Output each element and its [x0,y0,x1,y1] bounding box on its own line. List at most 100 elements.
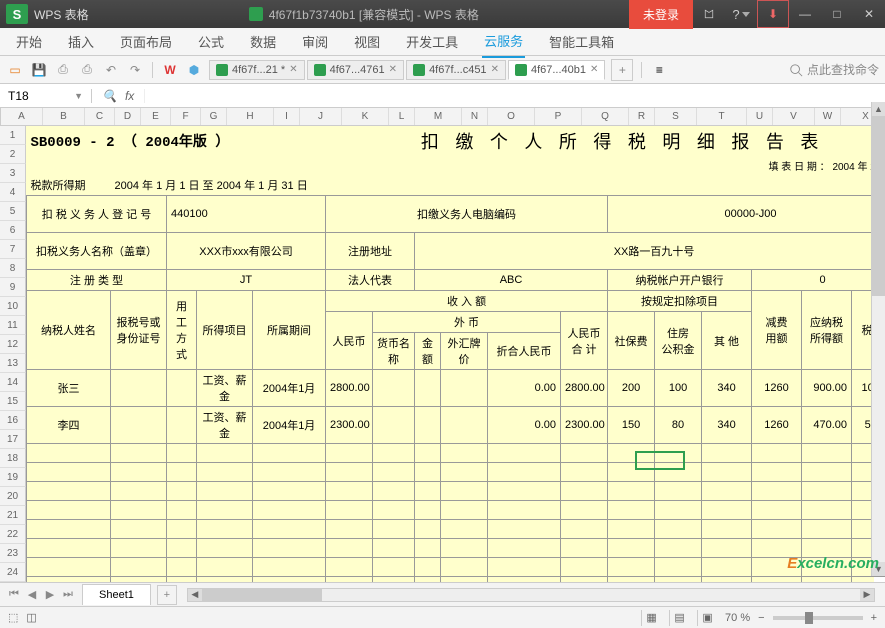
menu-tab-4[interactable]: 数据 [248,26,278,57]
zoom-value[interactable]: 70 % [725,612,750,624]
scroll-up-icon[interactable]: ▲ [872,102,885,116]
vertical-scrollbar[interactable]: ▲ ▼ [871,102,885,576]
row-header-8[interactable]: 8 [0,259,26,278]
skin-button[interactable] [693,0,725,28]
ime-icon[interactable]: ⬚ [8,611,18,624]
row-header-17[interactable]: 17 [0,430,26,449]
blank-row[interactable] [27,501,885,520]
col-header-O[interactable]: O [488,108,535,125]
menu-tab-6[interactable]: 视图 [352,26,382,57]
col-header-B[interactable]: B [43,108,85,125]
close-button[interactable]: ✕ [853,0,885,28]
col-header-I[interactable]: I [274,108,300,125]
col-header-W[interactable]: W [815,108,841,125]
doc-tab-1[interactable]: 4f67...4761✕ [307,60,404,80]
row-header-1[interactable]: 1 [0,126,26,145]
last-sheet-icon[interactable]: ⏭ [60,587,76,603]
col-header-F[interactable]: F [171,108,201,125]
data-row-0[interactable]: 张三工资、薪金2004年1月2800.000.002800.0020010034… [27,370,885,407]
command-search[interactable]: 点此查找命令 [789,61,879,78]
next-sheet-icon[interactable]: ▶ [42,587,58,603]
add-tab-button[interactable]: + [611,59,633,81]
col-header-D[interactable]: D [115,108,141,125]
blank-row[interactable] [27,577,885,583]
maximize-button[interactable]: □ [821,0,853,28]
close-tab-icon[interactable]: ✕ [590,64,598,75]
print-preview-icon[interactable]: ⎙ [78,61,96,79]
row-header-21[interactable]: 21 [0,506,26,525]
cells-area[interactable]: SB0009 - 2 （ 2004年版 ） 扣 缴 个 人 所 得 税 明 细 … [26,126,885,582]
doc-tab-3[interactable]: 4f67...40b1✕ [508,60,605,80]
print-icon[interactable]: ⎙ [54,61,72,79]
doc-tab-2[interactable]: 4f67f...c451✕ [406,60,506,80]
row-header-14[interactable]: 14 [0,373,26,392]
redo-icon[interactable]: ↷ [126,61,144,79]
blank-row[interactable] [27,482,885,501]
minimize-button[interactable]: — [789,0,821,28]
menu-tab-7[interactable]: 开发工具 [404,26,460,57]
col-header-V[interactable]: V [773,108,815,125]
undo-icon[interactable]: ↶ [102,61,120,79]
menu-tab-1[interactable]: 插入 [66,26,96,57]
row-header-11[interactable]: 11 [0,316,26,335]
menu-icon[interactable]: ≡ [650,61,668,79]
hscroll-thumb[interactable] [202,589,322,601]
row-header-23[interactable]: 23 [0,544,26,563]
doc-tab-0[interactable]: 4f67f...21 *✕ [209,60,305,80]
row-header-24[interactable]: 24 [0,563,26,582]
col-header-Q[interactable]: Q [582,108,629,125]
row-header-3[interactable]: 3 [0,164,26,183]
add-sheet-button[interactable]: + [157,585,177,605]
spreadsheet[interactable]: ABCDEFGHIJKLMNOPQRSTUVWXYZ 1234567891011… [0,108,885,582]
row-header-5[interactable]: 5 [0,202,26,221]
col-header-S[interactable]: S [655,108,697,125]
col-header-A[interactable]: A [1,108,43,125]
new-icon[interactable]: ▭ [6,61,24,79]
w-icon[interactable]: W [161,61,179,79]
blank-row[interactable] [27,520,885,539]
col-header-J[interactable]: J [300,108,342,125]
col-header-K[interactable]: K [342,108,389,125]
download-button[interactable]: ⬇ [757,0,789,28]
blank-row[interactable] [27,463,885,482]
zoom-in-button[interactable]: + [871,612,877,624]
split-icon[interactable]: ◫ [26,611,36,624]
zoom-slider[interactable] [773,616,863,620]
row-header-12[interactable]: 12 [0,335,26,354]
col-header-R[interactable]: R [629,108,655,125]
row-header-15[interactable]: 15 [0,392,26,411]
col-header-H[interactable]: H [227,108,274,125]
first-sheet-icon[interactable]: ⏮ [6,587,22,603]
horizontal-scrollbar[interactable]: ◀ ▶ [187,588,875,602]
col-header-T[interactable]: T [697,108,747,125]
row-header-22[interactable]: 22 [0,525,26,544]
menu-tab-3[interactable]: 公式 [196,26,226,57]
row-header-9[interactable]: 9 [0,278,26,297]
col-header-P[interactable]: P [535,108,582,125]
row-header-20[interactable]: 20 [0,487,26,506]
menu-tab-2[interactable]: 页面布局 [118,26,174,57]
menu-tab-8[interactable]: 云服务 [482,25,525,58]
help-button[interactable]: ? [725,0,757,28]
fx-area[interactable]: 🔍 fx [92,89,145,103]
menu-tab-0[interactable]: 开始 [14,26,44,57]
col-header-U[interactable]: U [747,108,773,125]
col-header-N[interactable]: N [462,108,488,125]
row-header-13[interactable]: 13 [0,354,26,373]
row-header-10[interactable]: 10 [0,297,26,316]
sheet-tab-1[interactable]: Sheet1 [82,584,151,605]
blank-row[interactable] [27,539,885,558]
row-header-18[interactable]: 18 [0,449,26,468]
vscroll-thumb[interactable] [872,116,885,296]
col-header-C[interactable]: C [85,108,115,125]
prev-sheet-icon[interactable]: ◀ [24,587,40,603]
menu-tab-9[interactable]: 智能工具箱 [547,26,616,57]
row-header-4[interactable]: 4 [0,183,26,202]
row-header-19[interactable]: 19 [0,468,26,487]
close-tab-icon[interactable]: ✕ [491,64,499,75]
row-header-16[interactable]: 16 [0,411,26,430]
row-header-2[interactable]: 2 [0,145,26,164]
save-icon[interactable]: 💾 [30,61,48,79]
login-button[interactable]: 未登录 [629,0,693,29]
data-row-1[interactable]: 李四工资、薪金2004年1月2300.000.002300.0015080340… [27,407,885,444]
